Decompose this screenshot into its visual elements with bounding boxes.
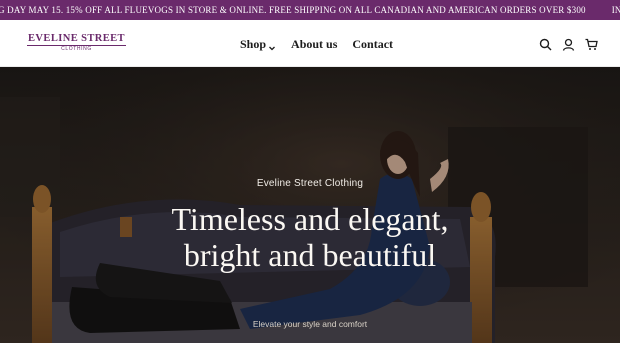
- logo[interactable]: EVELINE STREET CLOTHING: [27, 33, 126, 54]
- search-icon[interactable]: [539, 38, 552, 51]
- main-nav: Shop About us Contact: [240, 36, 393, 52]
- header-icons: [539, 38, 598, 51]
- chevron-down-icon: [268, 40, 276, 51]
- logo-subtitle: CLOTHING: [61, 46, 92, 52]
- nav-contact[interactable]: Contact: [352, 36, 393, 52]
- announcement-text: G DAY MAY 15. 15% OFF ALL FLUEVOGS IN ST…: [0, 5, 586, 15]
- hero-tagline: Elevate your style and comfort: [252, 319, 368, 329]
- site-header: EVELINE STREET CLOTHING Shop About us Co…: [0, 20, 620, 67]
- hero-headline: Timeless and elegant, bright and beautif…: [171, 201, 449, 273]
- hero-eyebrow: Eveline Street Clothing: [256, 178, 364, 189]
- announcement-text-next: INTERNATIONA: [611, 5, 620, 15]
- account-icon[interactable]: [562, 38, 575, 51]
- nav-shop[interactable]: Shop: [240, 36, 276, 52]
- logo-wordmark: EVELINE STREET: [27, 33, 126, 46]
- announcement-bar: G DAY MAY 15. 15% OFF ALL FLUEVOGS IN ST…: [0, 0, 620, 20]
- hero-banner: Eveline Street Clothing Timeless and ele…: [0, 67, 620, 343]
- nav-shop-label: Shop: [240, 37, 267, 51]
- nav-about[interactable]: About us: [291, 36, 337, 52]
- cart-icon[interactable]: [585, 38, 598, 51]
